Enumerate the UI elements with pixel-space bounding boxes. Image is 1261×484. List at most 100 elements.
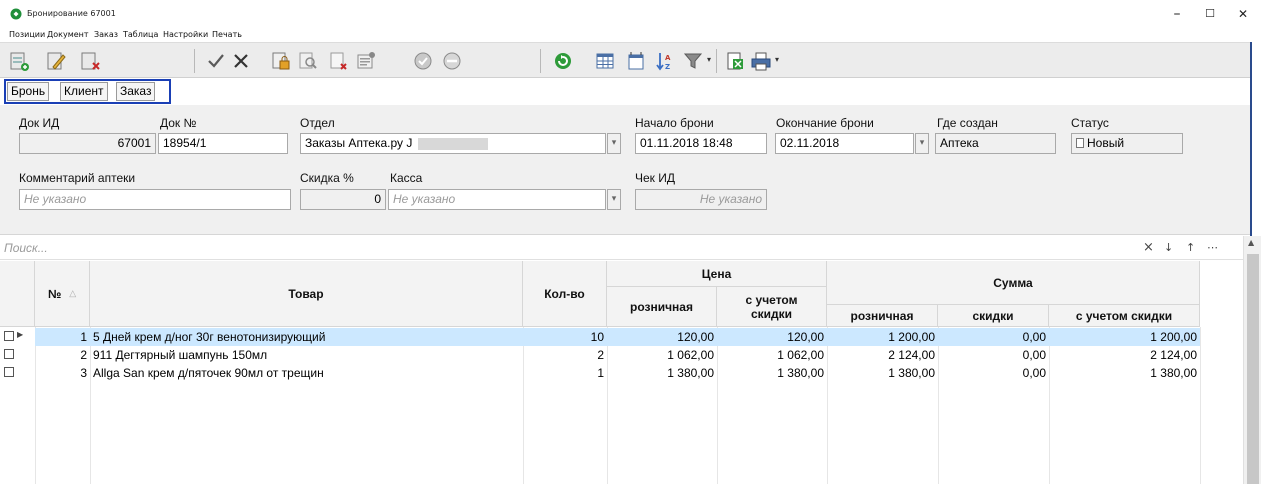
search-prev-icon[interactable]: ↑ [1186,241,1195,254]
document-status-icon [1076,138,1084,148]
filter-dropdown-icon[interactable]: ▾ [707,55,711,64]
cell-price-discount: 1 380,00 [777,366,824,380]
header-no[interactable]: № △ [35,261,90,327]
check-id-field: Не указано [635,189,767,210]
refuse-icon[interactable] [441,50,463,72]
edit-position-icon[interactable] [45,50,67,72]
check-id-label: Чек ИД [635,171,676,185]
comment-label: Комментарий аптеки [19,171,136,185]
document-settings-icon[interactable] [355,50,377,72]
status-field: Новый [1071,133,1183,154]
start-label: Начало брони [635,116,714,130]
header-qty[interactable]: Кол-во [523,261,607,327]
approve-icon[interactable] [412,50,434,72]
header-sum-retail[interactable]: розничная [827,305,938,327]
header-sum: Сумма [827,261,1200,305]
doc-id-label: Док ИД [19,116,60,130]
department-value: Заказы Аптека.ру J [305,136,413,150]
table-view-icon[interactable] [594,50,616,72]
tab-order[interactable]: Заказ [116,82,156,101]
cell-sum-retail: 1 200,00 [888,330,935,344]
header-price-discount[interactable]: с учетом скидки [717,287,827,327]
cell-sum-with-discount: 2 124,00 [1150,348,1197,362]
minimize-button[interactable]: – [1161,4,1193,24]
menu-settings[interactable]: Настройки [163,30,208,39]
toolbar-separator [716,49,717,73]
cell-no: 1 [35,328,90,346]
search-document-icon[interactable] [297,50,319,72]
sort-icon[interactable]: A Z [654,50,676,72]
toolbar: A Z ▾ ▾ [0,42,1250,78]
created-where-label: Где создан [937,116,998,130]
cell-no: 3 [80,366,87,380]
cell-sum-with-discount: 1 200,00 [1150,330,1197,344]
department-dropdown-icon[interactable]: ▾ [607,133,621,154]
search-bar: Поиск... × ↓ ↑ ⋯ [0,236,1250,260]
svg-text:A: A [665,54,671,62]
menu-bar: Позиции Документ Заказ Таблица Настройки… [0,28,1261,42]
print-icon[interactable] [750,50,772,72]
doc-no-field[interactable]: 18954/1 [158,133,288,154]
menu-print[interactable]: Печать [212,30,242,39]
doc-id-field: 67001 [19,133,156,154]
row-checkbox[interactable] [4,349,14,359]
search-input[interactable]: Поиск... [4,241,48,255]
refresh-icon[interactable] [552,50,574,72]
lock-document-icon[interactable] [270,50,292,72]
end-date-dropdown-icon[interactable]: ▾ [915,133,929,154]
cell-price-retail: 1 380,00 [667,366,714,380]
header-sum-with-discount[interactable]: с учетом скидки [1049,305,1200,327]
header-product[interactable]: Товар [90,261,523,327]
department-field[interactable]: Заказы Аптека.ру J [300,133,606,154]
filter-icon[interactable] [682,50,704,72]
menu-positions[interactable]: Позиции [9,30,45,39]
search-next-icon[interactable]: ↓ [1164,241,1173,254]
row-checkbox[interactable] [4,331,14,341]
header-sum-discount[interactable]: скидки [938,305,1049,327]
scroll-thumb[interactable] [1247,254,1259,484]
panel-border [1250,42,1252,236]
cell-price-discount: 120,00 [787,330,824,344]
cashbox-field[interactable]: Не указано [388,189,606,210]
cell-sum-retail: 1 380,00 [888,366,935,380]
grid-scrollbar[interactable]: ▲ [1243,236,1261,484]
cashbox-dropdown-icon[interactable]: ▾ [607,189,621,210]
toolbar-separator [194,49,195,73]
cancel-document-icon[interactable] [327,50,349,72]
menu-table[interactable]: Таблица [123,30,158,39]
search-more-icon[interactable]: ⋯ [1207,241,1218,254]
header-price-retail[interactable]: розничная [607,287,717,327]
maximize-button[interactable]: ☐ [1194,4,1226,24]
cell-sum-with-discount: 1 380,00 [1150,366,1197,380]
column-width-icon[interactable] [625,50,647,72]
search-clear-icon[interactable]: × [1143,240,1154,255]
positions-grid: № △ Товар Кол-во Цена розничная с учетом … [0,261,1240,484]
row-checkbox[interactable] [4,367,14,377]
cell-price-retail: 120,00 [677,330,714,344]
menu-document[interactable]: Документ [47,30,89,39]
svg-text:Z: Z [665,63,670,71]
close-button[interactable]: ✕ [1227,4,1259,24]
discount-label: Скидка % [300,171,354,185]
add-position-icon[interactable] [8,50,30,72]
menu-order[interactable]: Заказ [94,30,118,39]
tab-client[interactable]: Клиент [60,82,108,101]
start-date-field[interactable]: 01.11.2018 18:48 [635,133,767,154]
cell-qty: 1 [597,366,604,380]
booking-form: Док ИД Док № Отдел Начало брони Окончани… [0,105,1250,235]
cell-sum-discount: 0,00 [1022,366,1046,380]
scroll-up-icon[interactable]: ▲ [1248,238,1254,247]
cell-qty: 10 [590,330,604,344]
end-date-field[interactable]: 02.11.2018 [775,133,914,154]
check-icon[interactable] [205,50,227,72]
tab-booking[interactable]: Бронь [7,82,50,101]
print-dropdown-icon[interactable]: ▾ [775,55,779,64]
delete-position-icon[interactable] [79,50,101,72]
doc-no-label: Док № [160,116,197,130]
app-icon [10,8,22,20]
export-excel-icon[interactable] [724,50,746,72]
toolbar-separator [540,49,541,73]
comment-field[interactable]: Не указано [19,189,291,210]
current-row-arrow-icon: ▶ [17,330,24,339]
cross-icon[interactable] [230,50,252,72]
